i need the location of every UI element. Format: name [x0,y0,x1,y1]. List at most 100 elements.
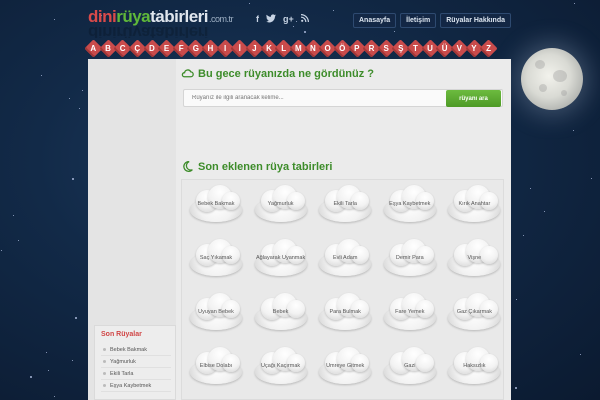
dream-cloud[interactable]: Uyuyan Bebek [188,292,244,332]
letter-label: O [324,44,331,53]
dream-cloud[interactable]: Elbise Dolabı [188,346,244,386]
dream-cloud[interactable]: Vişne [446,238,502,278]
sidebar-item[interactable]: Bebek Bakmak [101,344,171,356]
letter-label: Ç [134,44,141,53]
main-panel: Bu gece rüyanızda ne gördünüz ? rüyanı a… [88,59,511,400]
star [79,108,81,110]
dream-cloud[interactable]: Haksızlık [446,346,502,386]
dream-cloud-label: Gazi [404,363,416,369]
dream-cloud-label: Umreye Gitmek [326,363,365,369]
google-plus-icon[interactable]: g+ [283,14,294,25]
letter-5[interactable]: E [159,41,174,56]
letter-label: Y [471,44,477,53]
letter-label: Ş [398,44,404,53]
recent-dreams-sidebar: Son Rüyalar Bebek Bakmak Yağmurluk Ekili T… [94,325,176,400]
letter-3[interactable]: Ç [130,41,145,56]
dream-cloud[interactable]: Fare Yemek [382,292,438,332]
letter-8[interactable]: H [203,41,218,56]
dream-cloud[interactable]: Demir Para [382,238,438,278]
recent-section-title: Son eklenen rüya tabirleri [181,160,333,173]
dream-cloud[interactable]: Evli Adam [317,238,373,278]
star [515,387,518,390]
twitter-icon[interactable] [266,14,276,25]
logo-reflection: dinirüyatabirleri [88,26,208,38]
letter-11[interactable]: J [247,41,262,56]
star [580,354,582,356]
letter-0[interactable]: A [86,41,101,56]
dream-cloud-label: Gaz Çıkarmak [456,309,492,315]
moon-icon [183,160,193,172]
dream-cloud[interactable]: Bebek [253,292,309,332]
letter-14[interactable]: M [291,41,306,56]
search-input[interactable] [184,90,446,106]
main-nav: Anasayfa İletişim Rüyalar Hakkında [352,13,511,28]
letter-label: Z [486,44,492,53]
dream-cloud[interactable]: Ağlayarak Uyanmak [253,238,309,278]
dream-cloud[interactable]: Para Bulmak [317,292,373,332]
letter-label: T [412,44,418,53]
letter-label: E [163,44,170,53]
dream-cloud[interactable]: Uçağı Kaçırmak [253,346,309,386]
search-button[interactable]: rüyanı ara [446,90,501,107]
dream-cloud[interactable]: Ekili Tarla [317,184,373,224]
dream-cloud[interactable]: Yağmurluk [253,184,309,224]
dream-cloud[interactable]: Kırık Anahtar [446,184,502,224]
sidebar-list: Bebek Bakmak Yağmurluk Ekili Tarla Eşya Kay… [101,344,171,392]
letter-label: K [266,44,272,53]
dream-cloud-label: Vişne [467,255,482,261]
letter-label: H [207,44,214,53]
dream-cloud-label: Yağmurluk [267,201,294,207]
dream-cloud[interactable]: Eşya Kaybetmek [382,184,438,224]
star [75,317,78,320]
star [53,396,55,398]
nav-ruyalar-hakkinda[interactable]: Rüyalar Hakkında [440,13,511,28]
alphabet-bar: ABCÇDEFGHI İ JKLMNOÖPRSŞTUÜVYZ [86,41,496,56]
dream-cloud-label: Elbise Dolabı [199,363,233,369]
dream-cloud[interactable]: Saç Yıkamak [188,238,244,278]
dream-cloud-label: Fare Yemek [395,309,425,315]
sidebar-item[interactable]: Ekili Tarla [101,368,171,380]
dream-cloud[interactable]: Gazi [382,346,438,386]
letter-label: C [119,44,126,53]
dream-cloud[interactable]: Umreye Gitmek [317,346,373,386]
dream-cloud-label: Uçağı Kaçırmak [261,363,301,369]
sidebar-item[interactable]: Yağmurluk [101,356,171,368]
star [573,129,575,131]
star [81,89,83,91]
dream-cloud[interactable]: Gaz Çıkarmak [446,292,502,332]
star [516,298,518,300]
nav-anasayfa[interactable]: Anasayfa [352,13,397,28]
letter-label: R [368,44,375,53]
dream-cloud[interactable]: Bebek Bakmak [188,184,244,224]
letter-label: F [178,44,184,53]
letter-label: G [192,44,199,53]
facebook-icon[interactable]: f [256,14,259,25]
letter-19[interactable]: R [364,41,379,56]
letter-label: S [383,44,389,53]
star [543,211,545,213]
nav-iletisim[interactable]: İletişim [400,13,437,28]
star [12,214,14,216]
star [530,188,532,190]
letter-17[interactable]: Ö [335,41,350,56]
rss-icon[interactable] [300,14,309,25]
dream-cloud-label: Kırık Anahtar [458,201,491,207]
star [17,240,19,242]
dream-cloud-label: Uyuyan Bebek [198,309,234,315]
letter-label: Ü [441,44,448,53]
sidebar-title: Son Rüyalar [101,331,142,338]
letter-label: N [310,44,316,53]
letter-22[interactable]: T [408,41,423,56]
dream-cloud-label: Bebek [272,309,289,315]
letter-label: Ö [339,44,346,53]
sidebar-item[interactable]: Eşya Kaybetmek [101,380,171,392]
moon [521,48,583,110]
site-logo[interactable]: dinirüyatabirleri.com.tr [88,7,234,27]
dream-cloud-label: Bebek Bakmak [197,201,235,207]
star [72,359,74,361]
letter-label: I [223,44,227,53]
star [69,97,71,99]
letter-27[interactable]: Z [481,41,496,56]
letter-25[interactable]: V [452,41,467,56]
letter-label: İ [238,44,241,53]
